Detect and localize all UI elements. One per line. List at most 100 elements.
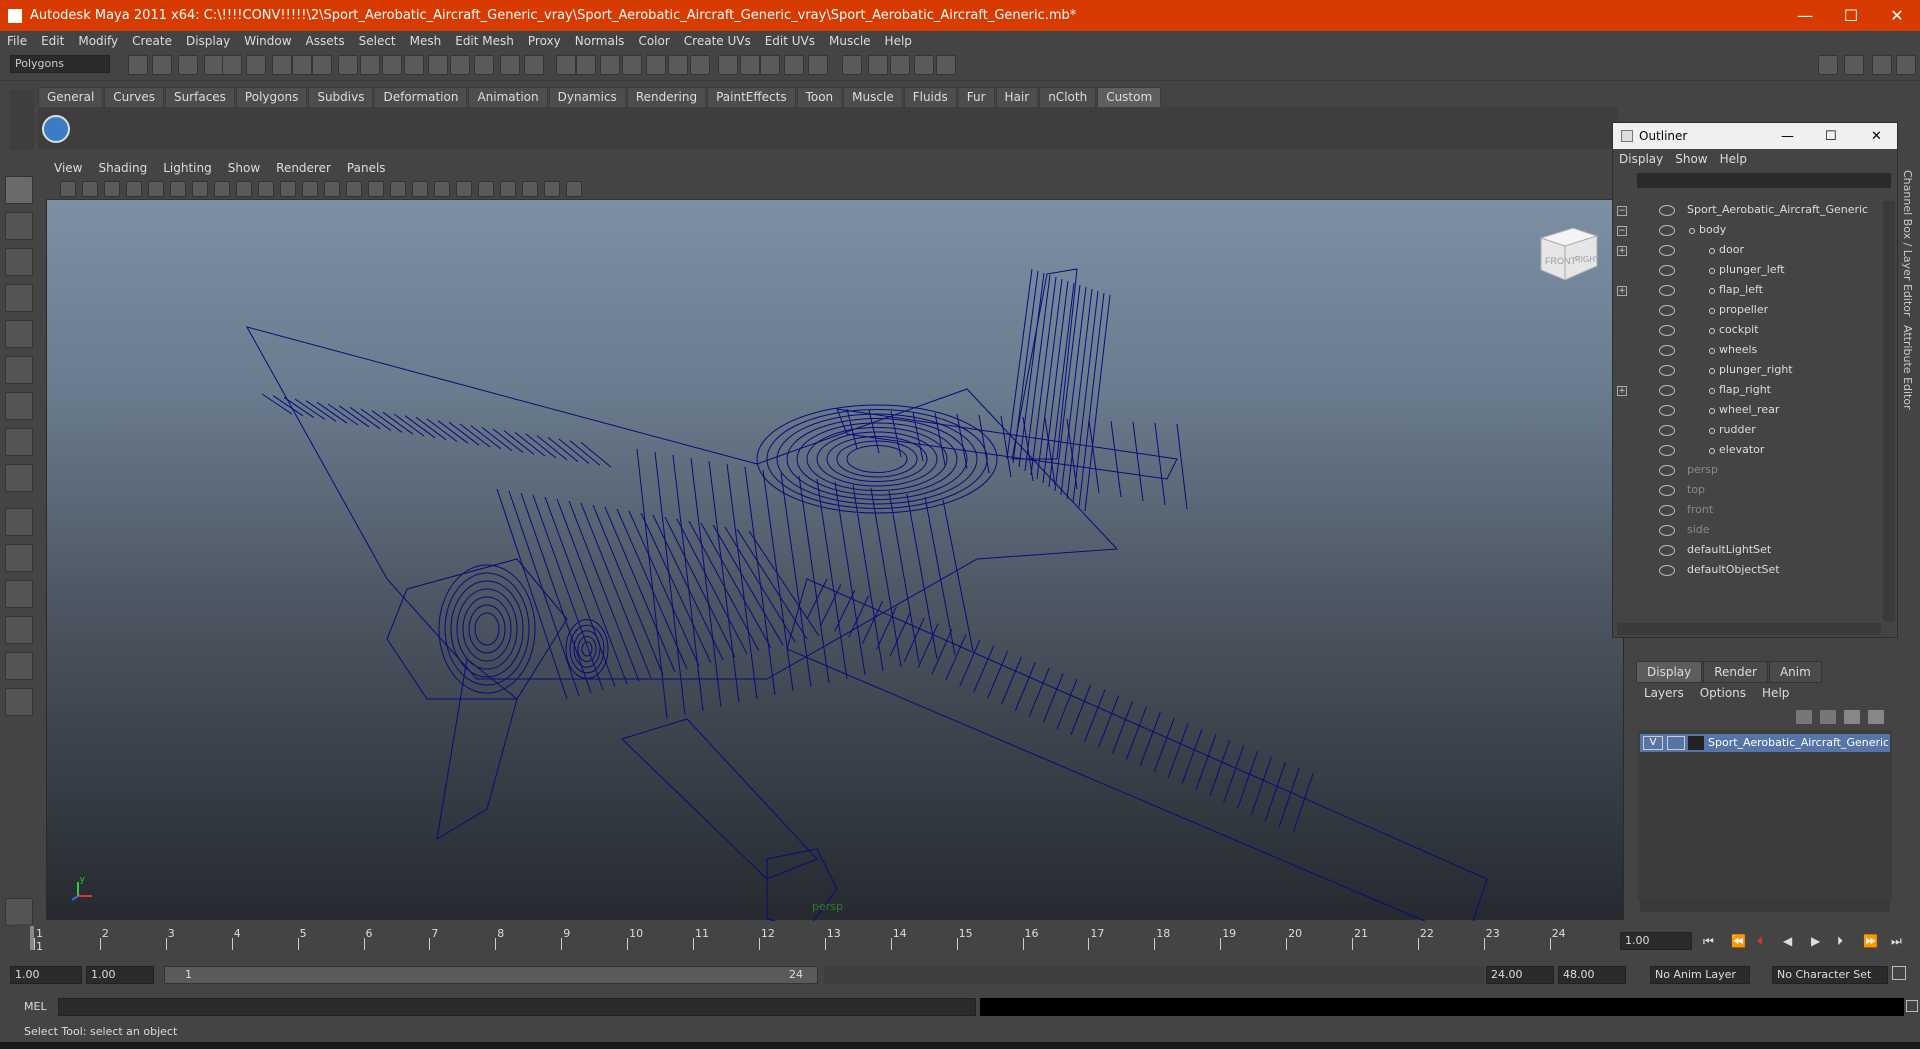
- menu-modify[interactable]: Modify: [71, 34, 125, 48]
- construction-icon[interactable]: [690, 55, 710, 75]
- layer-tab-display[interactable]: Display: [1636, 661, 1703, 683]
- viewport-menu-lighting[interactable]: Lighting: [155, 161, 220, 175]
- soft-mod-tool-icon[interactable]: [5, 428, 33, 456]
- paint-select-tool-icon[interactable]: [5, 248, 33, 276]
- snap-curve-icon[interactable]: [556, 55, 576, 75]
- quick-select-icon[interactable]: [914, 55, 934, 75]
- outliner-list[interactable]: − Sport_Aerobatic_Aircraft_Generic − body + d…: [1613, 201, 1881, 621]
- camera-attributes-icon[interactable]: [82, 181, 98, 197]
- menu-color[interactable]: Color: [631, 34, 676, 48]
- view-cube[interactable]: FRONT RIGHT: [1537, 222, 1600, 284]
- current-frame-field[interactable]: 1.00: [1620, 932, 1692, 950]
- camera-sequencer-icon[interactable]: [566, 181, 582, 197]
- shelf-tab-surfaces[interactable]: Surfaces: [164, 87, 235, 107]
- outliner-item[interactable]: defaultLightSet: [1613, 541, 1881, 561]
- layer-row[interactable]: V Sport_Aerobatic_Aircraft_Generic_layer: [1640, 734, 1890, 752]
- hypershade-layout-icon[interactable]: [5, 652, 33, 680]
- layer-menu-layers[interactable]: Layers: [1636, 686, 1692, 700]
- shelf-tab-muscle[interactable]: Muscle: [843, 87, 903, 107]
- menu-create-uvs[interactable]: Create UVs: [677, 34, 758, 48]
- perspective-viewport[interactable]: [46, 158, 1624, 921]
- lock-selection-icon[interactable]: [272, 55, 292, 75]
- shelf-tab-deformation[interactable]: Deformation: [374, 87, 468, 107]
- menu-display[interactable]: Display: [179, 34, 237, 48]
- outliner-item[interactable]: wheel_rear: [1613, 401, 1881, 421]
- attribute-editor-toggle-icon[interactable]: [1844, 55, 1864, 75]
- shelf-tab-ncloth[interactable]: nCloth: [1039, 87, 1097, 107]
- layer-color-swatch[interactable]: [1688, 736, 1704, 750]
- frame-all-icon[interactable]: [522, 181, 538, 197]
- rename-icon[interactable]: [890, 55, 910, 75]
- shelf-options-handle[interactable]: [10, 90, 34, 150]
- snap-grid-icon[interactable]: [524, 55, 544, 75]
- outliner-item[interactable]: cockpit: [1613, 321, 1881, 341]
- new-layer-icon[interactable]: [1796, 710, 1812, 724]
- outliner-item[interactable]: + door: [1613, 241, 1881, 261]
- history-icon[interactable]: [646, 55, 666, 75]
- snap-point-icon[interactable]: [576, 55, 596, 75]
- select-render-icon[interactable]: [428, 55, 448, 75]
- expand-toggle-icon[interactable]: +: [1617, 386, 1627, 396]
- outliner-item[interactable]: − Sport_Aerobatic_Aircraft_Generic: [1613, 201, 1881, 221]
- shadows-icon[interactable]: [434, 181, 450, 197]
- outliner-item[interactable]: rudder: [1613, 421, 1881, 441]
- outliner-filter-field[interactable]: [1637, 173, 1891, 188]
- outliner-item[interactable]: side: [1613, 521, 1881, 541]
- select-joint-icon[interactable]: [312, 55, 332, 75]
- rotate-tool-icon[interactable]: [5, 320, 33, 348]
- shelf-tab-dynamics[interactable]: Dynamics: [548, 87, 626, 107]
- grid-icon[interactable]: [170, 181, 186, 197]
- step-forward-frame-icon[interactable]: ⏵: [1837, 934, 1843, 949]
- custom-shelf-check-icon[interactable]: [42, 115, 70, 143]
- character-set-select[interactable]: No Character Set: [1772, 966, 1888, 984]
- viewport-menu-renderer[interactable]: Renderer: [268, 161, 339, 175]
- outliner-menu-show[interactable]: Show: [1669, 152, 1713, 166]
- help-icon[interactable]: [474, 55, 494, 75]
- outliner-item[interactable]: propeller: [1613, 301, 1881, 321]
- io-icon[interactable]: [668, 55, 688, 75]
- render-current-icon[interactable]: [740, 55, 760, 75]
- select-object-icon[interactable]: [222, 55, 242, 75]
- gate-mask-icon[interactable]: [236, 181, 252, 197]
- command-input[interactable]: [58, 998, 976, 1016]
- script-editor-icon[interactable]: [1906, 1000, 1918, 1012]
- minimize-button[interactable]: —: [1782, 0, 1828, 31]
- anim-layer-select[interactable]: No Anim Layer: [1650, 966, 1750, 984]
- expand-toggle-icon[interactable]: +: [1617, 286, 1627, 296]
- select-camera-icon[interactable]: [60, 181, 76, 197]
- channel-box-toggle-icon[interactable]: [1818, 55, 1838, 75]
- open-scene-icon[interactable]: [152, 55, 172, 75]
- outliner-item[interactable]: plunger_right: [1613, 361, 1881, 381]
- shelf-tab-curves[interactable]: Curves: [104, 87, 164, 107]
- resolution-gate-icon[interactable]: [214, 181, 230, 197]
- frame-selected-icon[interactable]: [544, 181, 560, 197]
- film-gate-icon[interactable]: [192, 181, 208, 197]
- outliner-minimize-button[interactable]: —: [1781, 129, 1794, 144]
- layer-tab-render[interactable]: Render: [1703, 661, 1768, 683]
- scale-tool-icon[interactable]: [5, 356, 33, 384]
- layer-tab-anim[interactable]: Anim: [1768, 661, 1822, 683]
- play-forward-icon[interactable]: ▶: [1811, 934, 1820, 948]
- outliner-item[interactable]: − body: [1613, 221, 1881, 241]
- lasso-tool-icon[interactable]: [5, 212, 33, 240]
- layer-menu-help[interactable]: Help: [1754, 686, 1797, 700]
- field-chart-icon[interactable]: [258, 181, 274, 197]
- menu-proxy[interactable]: Proxy: [521, 34, 568, 48]
- persp-graph-layout-icon[interactable]: [5, 688, 33, 716]
- animation-start-field[interactable]: 1.00: [10, 966, 82, 984]
- select-surface-icon[interactable]: [360, 55, 380, 75]
- shelf-tab-polygons[interactable]: Polygons: [235, 87, 308, 107]
- play-backward-icon[interactable]: ◀: [1783, 934, 1792, 948]
- render-settings-icon[interactable]: [784, 55, 804, 75]
- menu-select[interactable]: Select: [352, 34, 403, 48]
- shelf-tab-painteffects[interactable]: PaintEffects: [707, 87, 796, 107]
- render-view-icon[interactable]: [718, 55, 738, 75]
- step-forward-key-icon[interactable]: ⏩: [1863, 934, 1878, 948]
- range-slider-track[interactable]: 1 24: [164, 966, 818, 984]
- menu-create[interactable]: Create: [125, 34, 179, 48]
- current-time-marker[interactable]: [30, 926, 34, 950]
- outliner-item[interactable]: + flap_left: [1613, 281, 1881, 301]
- ipr-icon[interactable]: [760, 55, 780, 75]
- go-to-start-icon[interactable]: ⏮: [1703, 934, 1714, 949]
- outliner-menu-help[interactable]: Help: [1714, 152, 1753, 166]
